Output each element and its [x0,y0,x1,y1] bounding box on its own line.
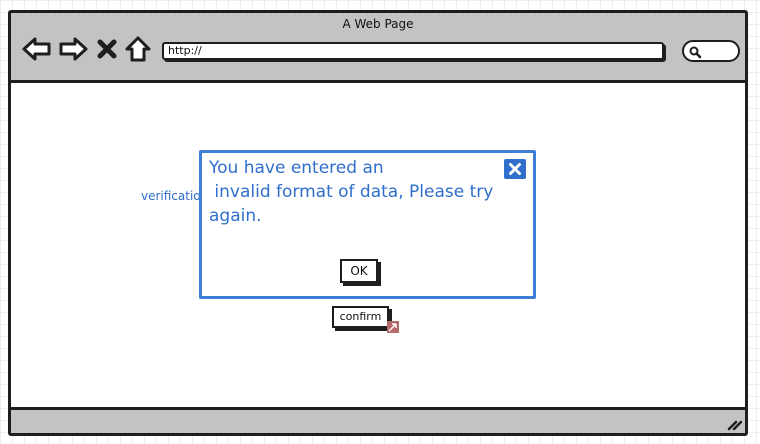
page-content: verification confirm You have entered an… [11,83,745,407]
ok-button[interactable]: OK [340,259,378,283]
dialog-message: You have entered an invalid format of da… [209,158,494,226]
window-title: A Web Page [342,17,414,31]
pointer-cursor-icon [387,318,399,333]
verification-label: verification [141,189,201,203]
search-box[interactable] [682,40,740,62]
error-dialog: You have entered an invalid format of da… [199,150,536,299]
status-bar [11,407,745,433]
confirm-button[interactable]: confirm [332,306,389,328]
back-arrow-icon[interactable] [21,35,53,63]
close-icon[interactable] [504,159,526,179]
resize-grip-icon[interactable] [726,415,743,431]
search-icon [688,44,702,59]
address-bar[interactable]: http:// [162,42,664,60]
forward-arrow-icon[interactable] [57,35,89,63]
home-icon[interactable] [123,35,153,63]
close-x-icon[interactable] [95,35,119,63]
title-bar: A Web Page http:// [11,13,745,83]
browser-window: A Web Page http:// verification confirm … [8,10,748,436]
